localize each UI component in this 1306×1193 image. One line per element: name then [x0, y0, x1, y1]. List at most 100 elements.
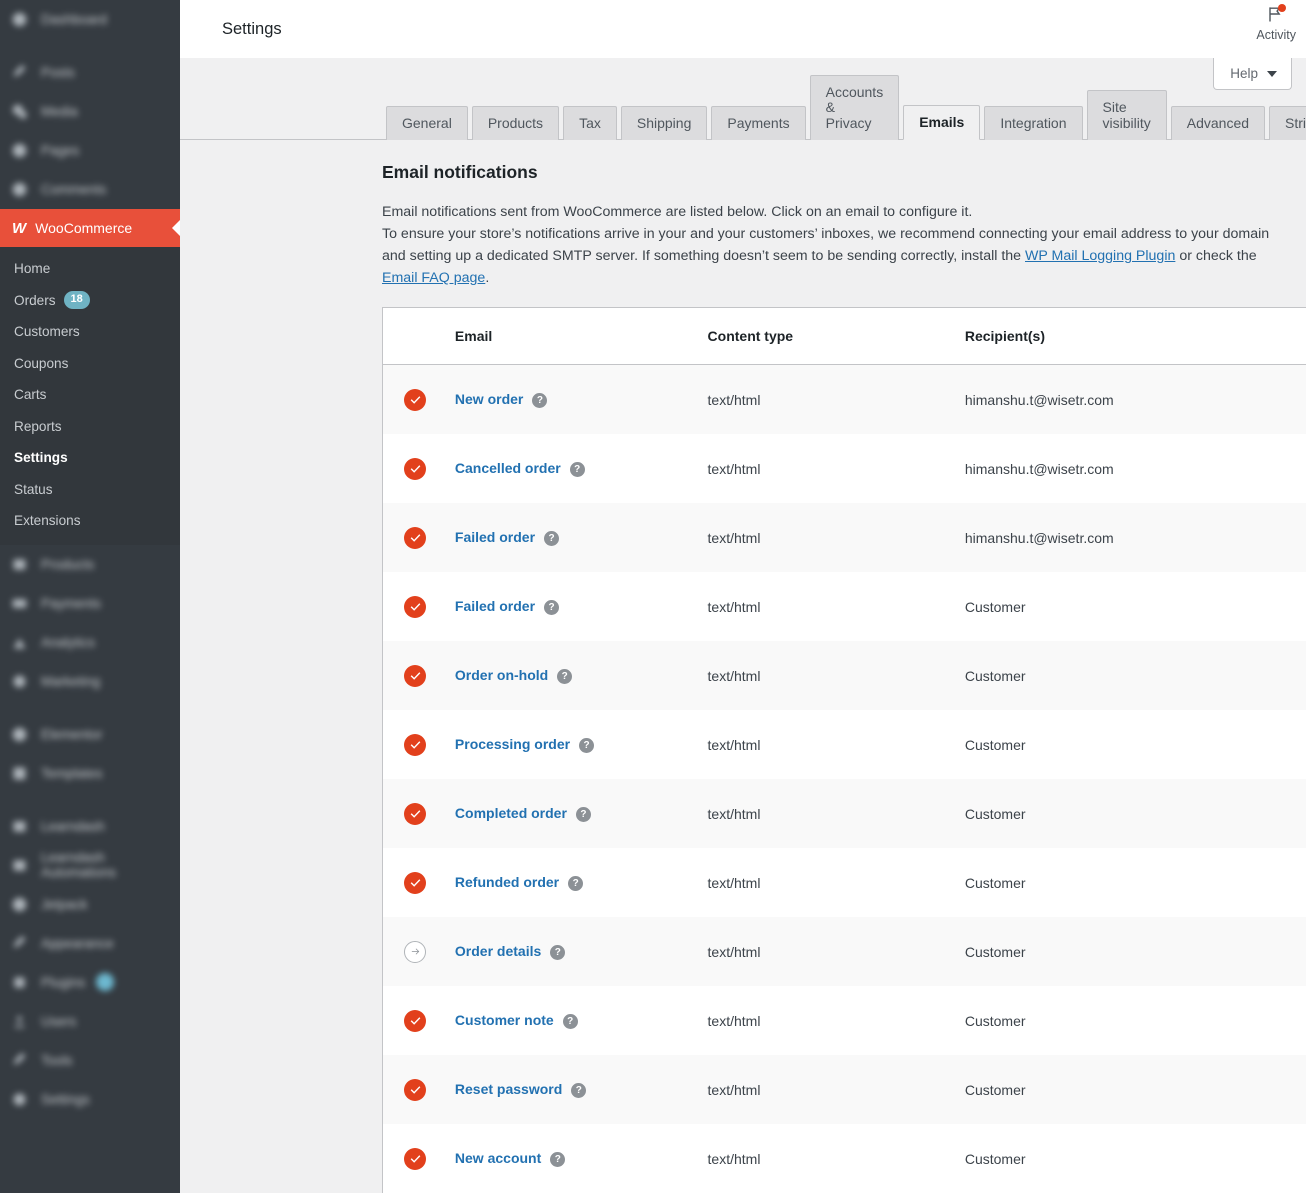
tab-accounts-privacy[interactable]: Accounts & Privacy [809, 74, 900, 140]
sidebar-item-home[interactable]: Home [0, 253, 180, 285]
email-link[interactable]: Cancelled order [455, 460, 561, 476]
tab-site-visibility[interactable]: Site visibility [1086, 90, 1167, 140]
check-circle-icon[interactable] [404, 457, 426, 480]
table-row[interactable]: Cancelled order? text/html himanshu.t@wise… [383, 434, 1306, 503]
help-tooltip-icon[interactable]: ? [544, 599, 560, 615]
arrow-right-circle-icon[interactable] [404, 940, 426, 963]
email-link[interactable]: Order on-hold [455, 667, 548, 683]
sidebar-item-products[interactable]: Products [0, 545, 180, 584]
sidebar-item-pages[interactable]: Pages [0, 131, 180, 170]
sidebar-item-woocommerce[interactable]: W WooCommerce [0, 209, 180, 247]
status-enabled-icon-cell [383, 1055, 455, 1124]
tab-advanced[interactable]: Advanced [1170, 105, 1266, 140]
tab-emails[interactable]: Emails [903, 104, 981, 140]
help-tooltip-icon[interactable]: ? [557, 668, 573, 684]
sidebar-item-elementor[interactable]: Elementor [0, 715, 180, 754]
sidebar-item-appearance[interactable]: Appearance [0, 924, 180, 963]
help-tooltip-icon[interactable]: ? [532, 392, 548, 408]
tab-shipping[interactable]: Shipping [620, 105, 708, 140]
help-tooltip-icon[interactable]: ? [562, 1013, 578, 1029]
sidebar-item-settings[interactable]: Settings [0, 442, 180, 474]
check-circle-icon[interactable] [404, 1078, 426, 1101]
sidebar-item-users[interactable]: Users [0, 1002, 180, 1041]
templates-icon [9, 763, 30, 784]
email-link[interactable]: New order [455, 391, 523, 407]
help-tooltip-icon[interactable]: ? [575, 806, 591, 822]
wp-mail-logging-plugin-link[interactable]: WP Mail Logging Plugin [1025, 248, 1175, 264]
table-row[interactable]: Refunded order?text/htmlCustomerManage [383, 848, 1306, 917]
email-link[interactable]: Refunded order [455, 874, 559, 890]
sidebar-item-coupons[interactable]: Coupons [0, 348, 180, 380]
sidebar-item-tools[interactable]: Tools [0, 1041, 180, 1080]
sidebar-item-dashboard[interactable]: Dashboard [0, 0, 180, 39]
table-row[interactable]: Failed order?text/htmlCustomerManage [383, 572, 1306, 641]
content-type-cell: text/html [707, 736, 761, 753]
email-name-cell: Cancelled order? [455, 434, 708, 503]
sidebar-item-plugins[interactable]: Plugins [0, 963, 180, 1002]
table-row[interactable]: New order? text/html himanshu.t@wisetr.com… [383, 364, 1306, 434]
sidebar-item-carts[interactable]: Carts [0, 379, 180, 411]
tab-payments[interactable]: Payments [711, 105, 806, 140]
email-link[interactable]: Processing order [455, 736, 570, 752]
sidebar-item-reports[interactable]: Reports [0, 411, 180, 443]
sidebar-item-media[interactable]: Media [0, 92, 180, 131]
help-button[interactable]: Help [1213, 58, 1292, 90]
sidebar-item-learndash[interactable]: Learndash [0, 807, 180, 846]
sidebar-item-customers[interactable]: Customers [0, 316, 180, 348]
help-tooltip-icon[interactable]: ? [569, 461, 585, 477]
check-circle-icon[interactable] [404, 388, 426, 411]
help-tooltip-icon[interactable]: ? [550, 1151, 566, 1167]
check-circle-icon[interactable] [404, 871, 426, 894]
tab-products[interactable]: Products [471, 105, 560, 140]
help-tooltip-icon[interactable]: ? [579, 737, 595, 753]
sidebar-item-templates[interactable]: Templates [0, 754, 180, 793]
sidebar-item-marketing[interactable]: Marketing [0, 662, 180, 701]
check-circle-icon[interactable] [404, 802, 426, 825]
check-circle-icon[interactable] [404, 733, 426, 756]
table-row[interactable]: Reset password?text/htmlCustomerManage [383, 1055, 1306, 1124]
main-content: Settings Activity Help General Products … [180, 0, 1306, 1193]
help-tooltip-icon[interactable]: ? [544, 530, 560, 546]
sidebar-item-status[interactable]: Status [0, 474, 180, 506]
sidebar-item-orders[interactable]: Orders 18 [0, 285, 180, 317]
check-circle-icon[interactable] [404, 664, 426, 687]
email-link[interactable]: Order details [455, 943, 541, 959]
email-link[interactable]: Completed order [455, 805, 567, 821]
table-row[interactable]: Customer note?text/htmlCustomerManage [383, 986, 1306, 1055]
table-row[interactable]: New account?text/htmlCustomerManage [383, 1124, 1306, 1193]
table-row[interactable]: Order on-hold?text/htmlCustomerManage [383, 641, 1306, 710]
sidebar-item-analytics[interactable]: Analytics [0, 623, 180, 662]
tab-integration[interactable]: Integration [984, 105, 1083, 140]
help-tooltip-icon[interactable]: ? [550, 944, 566, 960]
email-link[interactable]: New account [455, 1150, 541, 1166]
tab-stripe[interactable]: Stripe [1269, 105, 1306, 140]
sidebar-item-comments[interactable]: Comments [0, 170, 180, 209]
table-row[interactable]: Completed order?text/htmlCustomerManage [383, 779, 1306, 848]
check-circle-icon[interactable] [404, 595, 426, 618]
activity-button[interactable]: Activity [1256, 4, 1296, 42]
email-name-cell: Refunded order? [455, 848, 708, 917]
help-tooltip-icon[interactable]: ? [571, 1082, 587, 1098]
help-tooltip-icon[interactable]: ? [568, 875, 584, 891]
email-link[interactable]: Failed order [455, 529, 535, 545]
email-faq-page-link[interactable]: Email FAQ page [382, 270, 485, 286]
table-row[interactable]: Failed order? text/html himanshu.t@wisetr.… [383, 503, 1306, 572]
sidebar-item-learndash-automations[interactable]: Learndash Automations [0, 846, 180, 885]
sidebar-item-label: Orders [14, 292, 56, 308]
sidebar-item-jetpack[interactable]: Jetpack [0, 885, 180, 924]
sidebar-item-payments[interactable]: Payments [0, 584, 180, 623]
table-row[interactable]: Order details?text/htmlCustomerManage [383, 917, 1306, 986]
check-circle-icon[interactable] [404, 1009, 426, 1032]
tab-tax[interactable]: Tax [563, 105, 617, 140]
table-row[interactable]: Processing order?text/htmlCustomerManage [383, 710, 1306, 779]
sidebar-item-posts[interactable]: Posts [0, 53, 180, 92]
email-link[interactable]: Failed order [455, 598, 535, 614]
appearance-icon [9, 933, 30, 954]
email-link[interactable]: Customer note [455, 1012, 554, 1028]
tab-general[interactable]: General [386, 105, 468, 140]
sidebar-item-extensions[interactable]: Extensions [0, 505, 180, 537]
check-circle-icon[interactable] [404, 1147, 426, 1170]
check-circle-icon[interactable] [404, 526, 426, 549]
email-link[interactable]: Reset password [455, 1081, 562, 1097]
sidebar-item-wp-settings[interactable]: Settings [0, 1080, 180, 1119]
